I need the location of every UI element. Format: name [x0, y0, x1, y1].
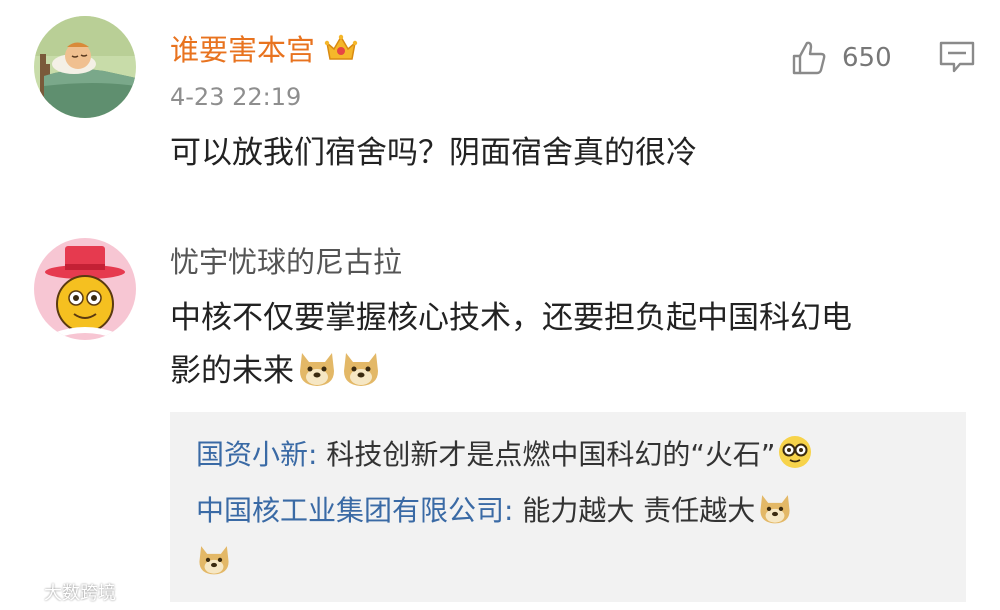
watermark-text: 大数跨境 — [44, 583, 116, 604]
reply-item: 中国核工业集团有限公司: 能力越大 责任越大 — [196, 490, 793, 531]
doge-emoji-icon — [757, 490, 793, 526]
comment-list: 谁要害本宫 4-23 22:19 可以放我们宿舍吗？阴面宿舍真的很冷 650 忧… — [0, 0, 1000, 610]
doge-emoji-icon — [340, 347, 382, 389]
user-avatar[interactable] — [34, 238, 136, 340]
reply-text: 科技创新才是点燃中国科幻的“火石” — [317, 438, 776, 471]
reply-button[interactable] — [938, 40, 976, 74]
crown-badge-icon — [324, 33, 358, 63]
reply-box: 国资小新: 科技创新才是点燃中国科幻的“火石” 中国核工业集团有限公司: 能力越… — [170, 412, 966, 602]
watermark: 大数跨境 — [4, 579, 116, 605]
like-count: 650 — [842, 43, 892, 73]
reply-text: 能力越大 责任越大 — [513, 494, 756, 527]
comment-timestamp: 4-23 22:19 — [170, 83, 302, 111]
reply-item — [196, 540, 232, 580]
nerd-glasses-emoji-icon — [777, 434, 813, 470]
user-avatar[interactable] — [34, 16, 136, 118]
doge-emoji-icon — [196, 541, 232, 577]
camera-logo-icon — [4, 581, 40, 603]
comment-text: 可以放我们宿舍吗？阴面宿舍真的很冷 — [170, 135, 697, 171]
comment-username[interactable]: 忧宇忧球的尼古拉 — [170, 244, 402, 280]
doge-emoji-icon — [296, 347, 338, 389]
comment-text-line: 中核不仅要掌握核心技术，还要担负起中国科幻电 — [170, 300, 852, 336]
reply-author[interactable]: 中国核工业集团有限公司: — [196, 494, 513, 527]
comment-text-line: 影的未来 — [170, 347, 382, 394]
comment-username[interactable]: 谁要害本宫 — [170, 32, 358, 68]
comment-icon — [938, 41, 976, 78]
reply-author[interactable]: 国资小新: — [196, 438, 317, 471]
reply-item: 国资小新: 科技创新才是点燃中国科幻的“火石” — [196, 434, 813, 475]
like-button[interactable]: 650 — [790, 36, 892, 80]
thumbs-up-icon — [790, 39, 828, 77]
